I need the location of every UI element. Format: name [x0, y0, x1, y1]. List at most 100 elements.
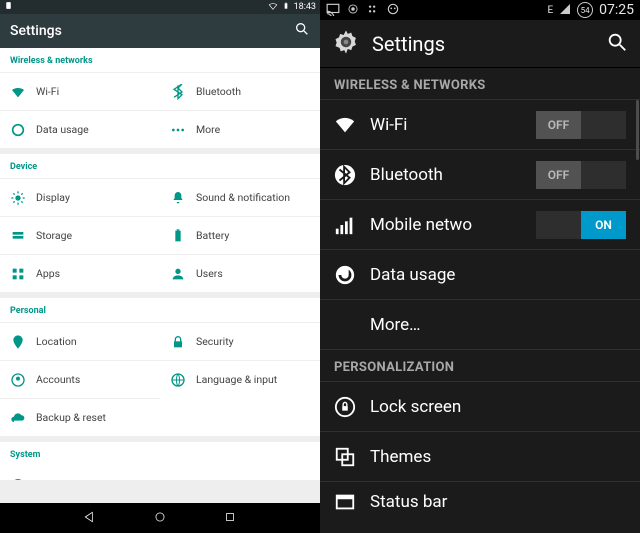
item-language[interactable]: Language & input: [160, 360, 320, 398]
section-header-wireless: Wireless & networks: [0, 48, 320, 72]
cast-icon: [326, 2, 340, 19]
more-icon: [170, 122, 186, 138]
item-label: Lock screen: [370, 397, 626, 417]
left-screenshot: 18:43 Settings Wireless & networks Wi-Fi…: [0, 0, 320, 533]
item-more[interactable]: More…: [320, 300, 640, 350]
item-label: More…: [370, 315, 626, 335]
item-label: Backup & reset: [36, 411, 106, 424]
item-data-usage[interactable]: Data usage: [0, 110, 160, 148]
item-label: Location: [36, 335, 77, 348]
item-more[interactable]: More: [160, 110, 320, 148]
item-lock-screen[interactable]: Lock screen: [320, 382, 640, 432]
sim-icon: [4, 1, 13, 13]
search-icon[interactable]: [294, 21, 310, 41]
item-mobile-networks[interactable]: Mobile netwo ON: [320, 200, 640, 250]
section-header-personalization: PERSONALIZATION: [320, 350, 640, 382]
item-security[interactable]: Security: [160, 322, 320, 360]
item-label: Status bar: [370, 492, 626, 512]
item-storage[interactable]: Storage: [0, 216, 160, 254]
cyanogen-icon: [386, 2, 400, 19]
wifi-status-icon: [268, 1, 278, 14]
storage-icon: [10, 228, 26, 244]
toggle-on-label: ON: [581, 211, 626, 239]
bluetooth-icon: [170, 84, 186, 100]
item-label: Wi-Fi: [36, 85, 59, 98]
app-bar-left: Settings: [0, 14, 320, 48]
item-label: Bluetooth: [370, 165, 522, 185]
status-bar-right: E 54 07:25: [320, 0, 640, 20]
nav-recents-icon[interactable]: [223, 509, 237, 528]
network-type: E: [547, 5, 553, 16]
bluetooth-toggle[interactable]: OFF: [536, 161, 626, 189]
item-wifi[interactable]: Wi-Fi: [0, 72, 160, 110]
settings-scroll-left[interactable]: Wireless & networks Wi-Fi Bluetooth Data…: [0, 48, 320, 503]
item-backup[interactable]: Backup & reset: [0, 398, 160, 436]
item-wifi[interactable]: Wi-Fi OFF: [320, 100, 640, 150]
item-label: Accounts: [36, 373, 80, 386]
item-display[interactable]: Display: [0, 178, 160, 216]
nav-bar: [0, 503, 320, 533]
toggle-off-label: OFF: [536, 161, 581, 189]
mobile-toggle[interactable]: ON: [536, 211, 626, 239]
globe-icon: [170, 372, 186, 388]
item-label: Themes: [370, 447, 626, 467]
nav-home-icon[interactable]: [153, 509, 167, 528]
item-users[interactable]: Users: [160, 254, 320, 292]
themes-icon: [334, 446, 356, 468]
item-label: Apps: [36, 267, 60, 280]
cloud-icon: [10, 410, 26, 426]
item-themes[interactable]: Themes: [320, 432, 640, 482]
battery-pct-icon: 54: [577, 2, 593, 18]
bluetooth-icon: [334, 164, 356, 186]
settings-gear-icon: [332, 28, 360, 60]
lock-icon: [170, 334, 186, 350]
item-location[interactable]: Location: [0, 322, 160, 360]
item-sound[interactable]: Sound & notification: [160, 178, 320, 216]
status-bar-left: 18:43: [0, 0, 320, 14]
item-label: Data usage: [370, 265, 626, 285]
status-time: 07:25: [599, 2, 634, 18]
section-wireless: Wireless & networks Wi-Fi Bluetooth Data…: [0, 48, 320, 148]
signal-icon: [559, 3, 571, 18]
statusbar-icon: [334, 491, 356, 513]
status-time: 18:43: [294, 2, 316, 12]
users-icon: [170, 266, 186, 282]
item-apps[interactable]: Apps: [0, 254, 160, 292]
clock-icon: [10, 477, 26, 480]
search-icon[interactable]: [606, 31, 628, 57]
item-system-partial[interactable]: [0, 466, 160, 480]
item-label: Sound & notification: [196, 191, 290, 204]
item-label: Security: [196, 335, 234, 348]
item-label: Bluetooth: [196, 85, 241, 98]
section-system: System: [0, 442, 320, 480]
battery-status-icon: [282, 1, 290, 14]
item-label: Data usage: [36, 123, 89, 136]
item-bluetooth[interactable]: Bluetooth OFF: [320, 150, 640, 200]
bbm-icon: [366, 2, 380, 19]
wifi-toggle[interactable]: OFF: [536, 111, 626, 139]
apps-icon: [10, 266, 26, 282]
wifi-icon: [334, 114, 356, 136]
battery-icon: [170, 228, 186, 244]
toggle-off-label: OFF: [536, 111, 581, 139]
item-data-usage[interactable]: Data usage: [320, 250, 640, 300]
item-accounts[interactable]: Accounts: [0, 360, 160, 398]
nav-back-icon[interactable]: [83, 509, 97, 528]
item-label: Mobile netwo: [370, 215, 522, 235]
item-label: Users: [196, 267, 223, 280]
right-screenshot: E 54 07:25 Settings WIRELESS & NETWORKS …: [320, 0, 640, 533]
item-battery[interactable]: Battery: [160, 216, 320, 254]
accounts-icon: [10, 372, 26, 388]
location-icon: [10, 334, 26, 350]
section-header-device: Device: [0, 154, 320, 178]
app-bar-right: Settings: [320, 20, 640, 68]
page-title: Settings: [10, 23, 62, 39]
section-personal: Personal Location Security Accounts Lang…: [0, 298, 320, 436]
scrollbar-thumb[interactable]: [636, 100, 639, 160]
radio-icon: [346, 2, 360, 19]
item-status-bar[interactable]: Status bar: [320, 482, 640, 522]
spacer-icon: [334, 314, 356, 336]
item-bluetooth[interactable]: Bluetooth: [160, 72, 320, 110]
item-label: Language & input: [196, 373, 277, 386]
signal-icon: [334, 214, 356, 236]
